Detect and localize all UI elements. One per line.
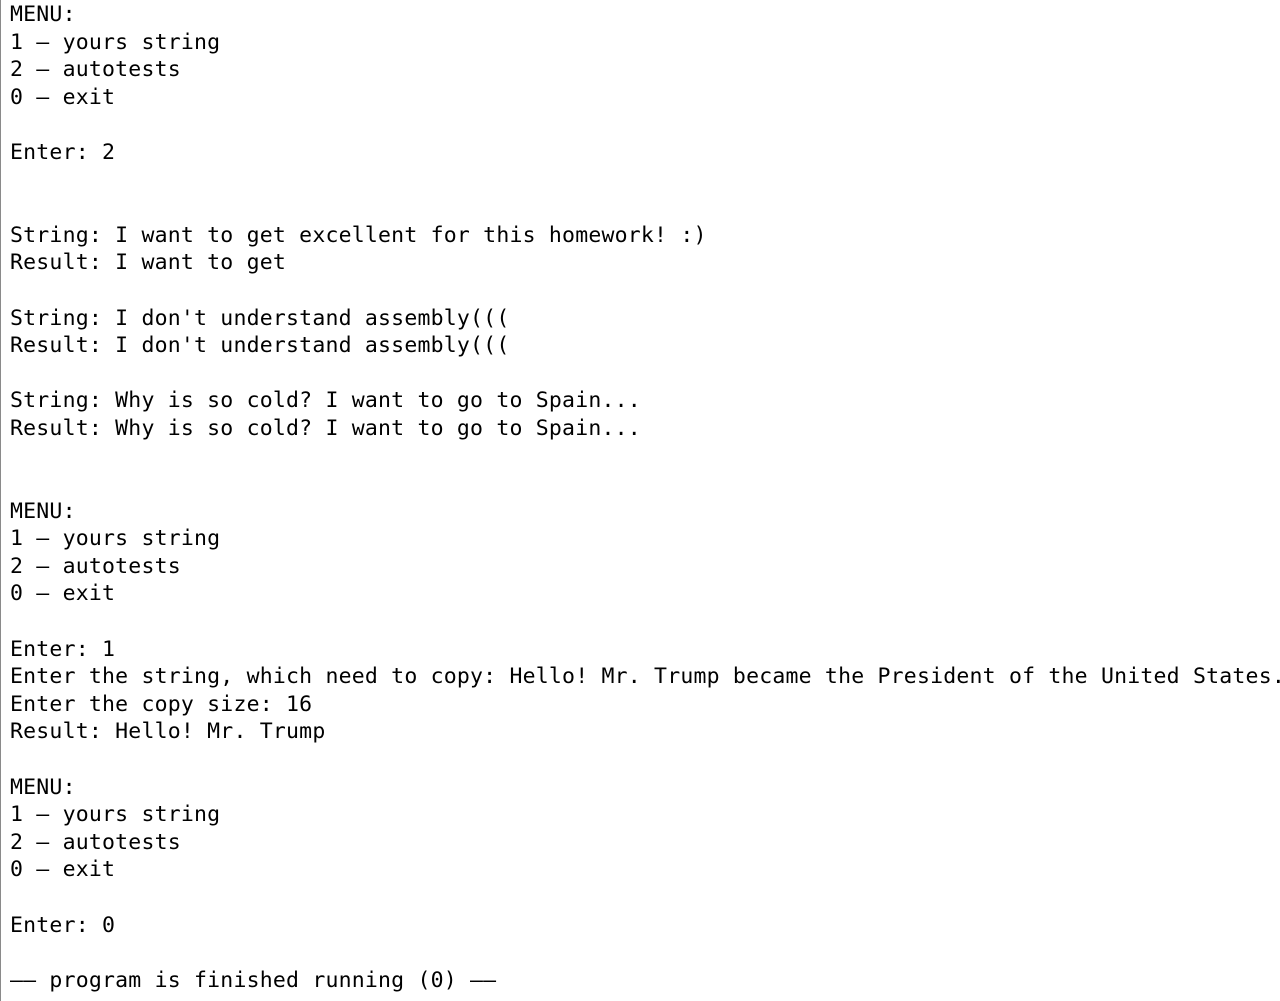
copy-result-line: Result: Hello! Mr. Trump: [10, 719, 326, 745]
menu-option-exit: 0 – exit: [10, 581, 116, 607]
console-output-panel: MENU: 1 – yours string 2 – autotests 0 – ex…: [0, 0, 1280, 1001]
test-string-line: String: Why is so cold? I want to go to …: [10, 388, 641, 414]
menu-title: MENU:: [10, 774, 76, 800]
menu-title: MENU:: [10, 2, 76, 27]
menu-option-autotests: 2 – autotests: [10, 829, 181, 855]
menu-option-exit: 0 – exit: [10, 84, 116, 110]
test-string-line: String: I want to get excellent for this…: [10, 222, 707, 248]
test-string-line: String: I don't understand assembly(((: [10, 305, 510, 331]
test-result-line: Result: Why is so cold? I want to go to …: [10, 415, 641, 441]
menu-option-exit: 0 – exit: [10, 857, 116, 883]
menu-option-yours-string: 1 – yours string: [10, 29, 221, 55]
program-finished-line: –– program is finished running (0) ––: [10, 967, 497, 993]
menu-title: MENU:: [10, 498, 76, 524]
menu-option-autotests: 2 – autotests: [10, 553, 181, 579]
test-result-line: Result: I want to get: [10, 250, 287, 276]
test-result-line: Result: I don't understand assembly(((: [10, 333, 510, 359]
input-string-line: Enter the string, which need to copy: He…: [10, 664, 1280, 690]
menu-option-yours-string: 1 – yours string: [10, 526, 221, 552]
enter-choice-line: Enter: 0: [10, 912, 116, 938]
enter-choice-line: Enter: 2: [10, 139, 116, 165]
console-text: MENU: 1 – yours string 2 – autotests 0 – ex…: [10, 1, 1280, 994]
menu-option-autotests: 2 – autotests: [10, 57, 181, 83]
copy-size-line: Enter the copy size: 16: [10, 691, 313, 717]
enter-choice-line: Enter: 1: [10, 636, 116, 662]
menu-option-yours-string: 1 – yours string: [10, 802, 221, 828]
